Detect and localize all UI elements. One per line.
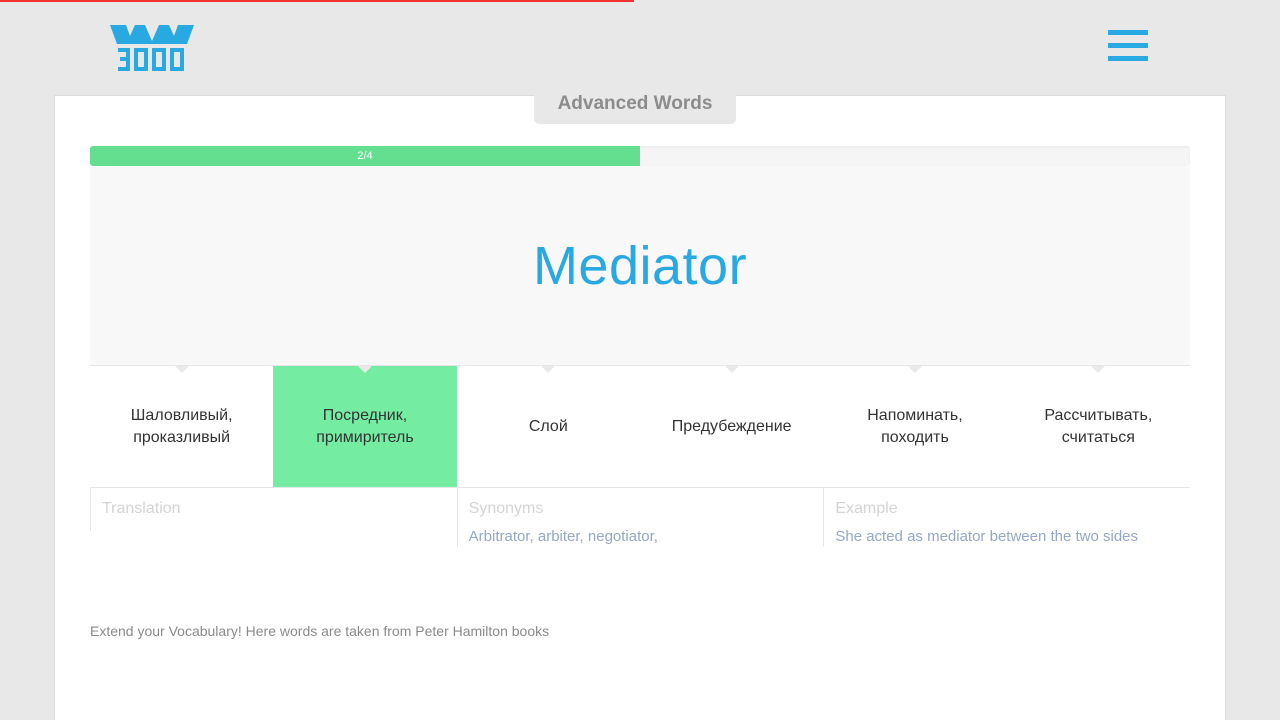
page-load-progress	[0, 0, 634, 2]
example-value: She acted as mediator between the two si…	[835, 528, 1139, 545]
synonyms-value: Arbitrator, arbiter, negotiator,	[468, 528, 658, 545]
synonyms-label: Synonyms	[468, 500, 544, 517]
answer-option-line: считаться	[1061, 428, 1135, 446]
answer-option[interactable]: Предубеждение	[639, 366, 824, 487]
translation-label: Translation	[102, 500, 181, 517]
answer-option-line: Шаловливый,	[130, 406, 233, 424]
answer-option-label: Слой	[473, 416, 623, 438]
answer-option[interactable]: Шаловливый, проказливый	[90, 366, 274, 487]
answer-option[interactable]: Слой	[456, 366, 640, 487]
w3000-logo-icon[interactable]	[110, 25, 194, 71]
footer-note: Extend your Vocabulary! Here words are t…	[90, 623, 550, 639]
word-panel: Mediator	[90, 166, 1190, 366]
answer-option-line: Посредник,	[322, 406, 408, 424]
hamburger-menu-icon[interactable]	[1108, 30, 1148, 61]
quiz-word: Mediator	[532, 235, 748, 296]
quiz-progress-fill: 2/4	[90, 146, 640, 166]
synonyms-section: Synonyms Arbitrator, arbiter, negotiator…	[456, 488, 824, 547]
answer-options: Шаловливый, проказливый Посредник, примирит…	[90, 366, 1190, 487]
answer-option-line: походить	[881, 428, 949, 446]
answer-option-line: Предубеждение	[671, 417, 792, 435]
answer-option-line: Напоминать,	[867, 406, 963, 424]
answer-option-line: проказливый	[133, 428, 231, 446]
answer-option-label: Рассчитывать, считаться	[1023, 405, 1173, 449]
answer-option-line: Рассчитывать,	[1044, 406, 1153, 424]
answer-option[interactable]: Посредник, примиритель	[273, 366, 457, 487]
quiz-progress-bar: 2/4	[90, 146, 1190, 166]
example-section: Example She acted as mediator between th…	[823, 488, 1190, 547]
card-title: Advanced Words	[534, 85, 736, 124]
answer-option-label: Предубеждение	[657, 416, 807, 438]
word-info: Translation Synonyms Arbitrator, arbiter…	[90, 487, 1190, 547]
answer-option[interactable]: Рассчитывать, считаться	[1006, 366, 1190, 487]
answer-option-line: Слой	[528, 417, 568, 435]
answer-option-label: Шаловливый, проказливый	[107, 405, 257, 449]
example-label: Example	[835, 500, 898, 517]
answer-option-label: Напоминать, походить	[840, 405, 990, 449]
answer-option-line: примиритель	[316, 428, 414, 446]
answer-option[interactable]: Напоминать, походить	[823, 366, 1007, 487]
answer-option-label: Посредник, примиритель	[290, 405, 440, 449]
translation-section: Translation	[90, 488, 457, 531]
